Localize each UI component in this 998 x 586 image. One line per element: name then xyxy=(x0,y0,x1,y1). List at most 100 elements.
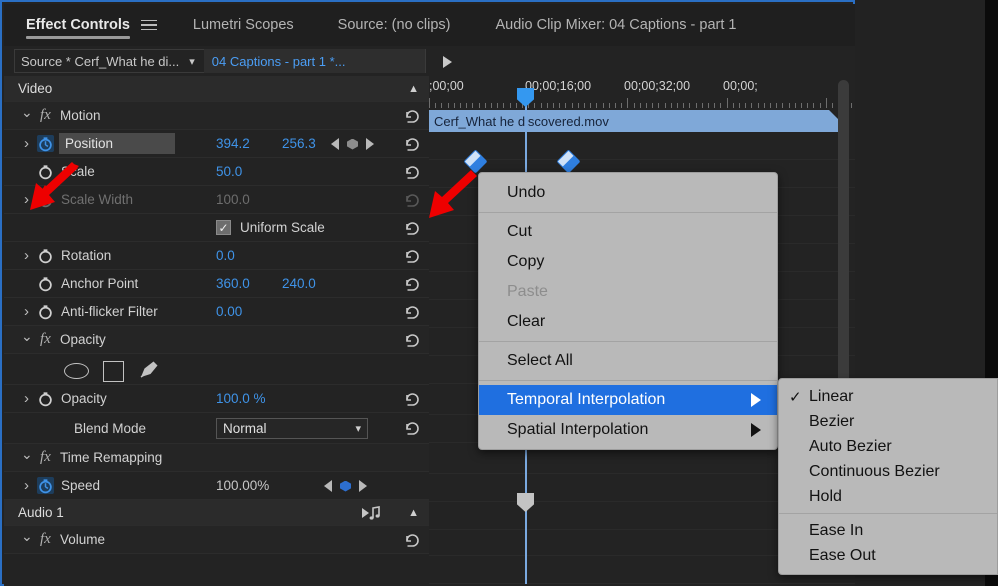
submenu-item-bezier-label: Bezier xyxy=(809,413,854,431)
submenu-item-ease-out[interactable]: Ease Out xyxy=(779,543,997,568)
chevron-down-icon[interactable]: ▾ xyxy=(189,55,195,68)
property-row-opacity[interactable]: Opacity 100.0 % xyxy=(4,385,429,413)
menu-item-clear[interactable]: Clear xyxy=(479,307,777,337)
stopwatch-icon-anchor-point[interactable] xyxy=(37,275,54,292)
opacity-value[interactable]: 100.0 % xyxy=(216,391,266,406)
play-icon[interactable] xyxy=(443,56,452,68)
menu-item-undo[interactable]: Undo xyxy=(479,178,777,208)
temporal-interpolation-submenu[interactable]: ✓ Linear Bezier Auto Bezier Continuous B… xyxy=(778,378,998,575)
anchor-point-value-y[interactable]: 240.0 xyxy=(282,276,316,291)
submenu-item-hold[interactable]: Hold xyxy=(779,484,997,509)
previous-keyframe-icon[interactable] xyxy=(331,138,339,150)
chevron-up-icon[interactable]: ▲ xyxy=(408,507,419,519)
audio-section-header[interactable]: Audio 1 ▲ xyxy=(4,500,429,526)
opacity-group-row[interactable]: fx Opacity xyxy=(4,326,429,354)
rotation-value[interactable]: 0.0 xyxy=(216,248,235,263)
previous-keyframe-icon[interactable] xyxy=(324,480,332,492)
sequence-label[interactable]: 04 Captions - part 1 *... xyxy=(204,49,425,73)
disclosure-triangle-position[interactable] xyxy=(21,135,32,152)
reset-icon[interactable] xyxy=(404,135,421,152)
scale-width-value: 100.0 xyxy=(216,192,250,207)
ruler-label-0: ;00;00 xyxy=(429,79,464,93)
disclosure-triangle-rotation[interactable] xyxy=(21,247,32,264)
disclosure-triangle-opacity[interactable] xyxy=(21,390,32,407)
disclosure-triangle-motion[interactable] xyxy=(21,107,32,124)
menu-item-copy[interactable]: Copy xyxy=(479,247,777,277)
add-keyframe-icon[interactable] xyxy=(340,481,351,492)
source-selector-box[interactable]: Source * Cerf_What he di... ▾ 04 Caption… xyxy=(14,49,426,73)
stopwatch-icon-opacity[interactable] xyxy=(37,390,54,407)
anchor-point-value-x[interactable]: 360.0 xyxy=(216,276,250,291)
hamburger-icon[interactable] xyxy=(141,20,157,31)
tab-effect-controls[interactable]: Effect Controls xyxy=(26,4,130,46)
submenu-item-linear[interactable]: ✓ Linear xyxy=(779,384,997,409)
reset-icon[interactable] xyxy=(404,107,421,124)
volume-group-row[interactable]: fx Volume xyxy=(4,526,429,554)
chevron-down-icon: ▾ xyxy=(355,422,361,435)
add-keyframe-icon[interactable] xyxy=(347,139,358,150)
timeline-ruler[interactable]: ;00;00 00;00;16;00 00;00;32;00 00;00; xyxy=(429,76,855,110)
disclosure-triangle-anti-flicker[interactable] xyxy=(21,303,32,320)
submenu-item-linear-label: Linear xyxy=(809,388,853,406)
menu-item-select-all[interactable]: Select All xyxy=(479,346,777,376)
disclosure-triangle-opacity-group[interactable] xyxy=(21,331,32,348)
timeline-row-motion[interactable] xyxy=(429,132,855,160)
tab-source[interactable]: Source: (no clips) xyxy=(338,4,451,46)
time-remapping-group-row[interactable]: fx Time Remapping xyxy=(4,444,429,472)
submenu-item-auto-bezier[interactable]: Auto Bezier xyxy=(779,434,997,459)
uniform-scale-checkbox[interactable] xyxy=(216,220,231,235)
next-keyframe-icon[interactable] xyxy=(359,480,367,492)
speed-value[interactable]: 100.00% xyxy=(216,478,269,493)
scale-value[interactable]: 50.0 xyxy=(216,164,242,179)
next-keyframe-icon[interactable] xyxy=(366,138,374,150)
property-row-uniform-scale[interactable]: Uniform Scale xyxy=(4,214,429,242)
menu-separator xyxy=(479,212,777,213)
disclosure-triangle-volume[interactable] xyxy=(21,531,32,548)
video-section-header[interactable]: Video ▲ xyxy=(4,76,429,102)
menu-item-temporal-interpolation[interactable]: Temporal Interpolation xyxy=(479,385,777,415)
reset-icon[interactable] xyxy=(404,390,421,407)
reset-icon[interactable] xyxy=(404,531,421,548)
submenu-item-bezier[interactable]: Bezier xyxy=(779,409,997,434)
reset-icon[interactable] xyxy=(404,331,421,348)
context-menu[interactable]: Undo Cut Copy Paste Clear Select All Tem… xyxy=(478,172,778,450)
disclosure-triangle-time-remapping[interactable] xyxy=(21,449,32,466)
ruler-label-1: 00;00;16;00 xyxy=(525,79,591,93)
menu-item-spatial-interpolation[interactable]: Spatial Interpolation xyxy=(479,415,777,445)
audio-preview-icon[interactable] xyxy=(361,505,383,524)
blend-mode-select[interactable]: Normal ▾ xyxy=(216,418,368,439)
stopwatch-icon-position[interactable] xyxy=(37,135,54,152)
pen-mask-icon[interactable] xyxy=(138,359,161,383)
submenu-item-continuous-bezier[interactable]: Continuous Bezier xyxy=(779,459,997,484)
rectangle-mask-icon[interactable] xyxy=(103,361,124,382)
position-value-x[interactable]: 394.2 xyxy=(216,136,250,151)
stopwatch-icon-speed[interactable] xyxy=(37,477,54,494)
chevron-up-icon[interactable]: ▲ xyxy=(408,83,419,95)
property-row-blend-mode[interactable]: Blend Mode Normal ▾ xyxy=(4,413,429,444)
clip-bar[interactable]: Cerf_What he discovered.mov xyxy=(429,110,838,132)
stopwatch-icon-anti-flicker[interactable] xyxy=(37,303,54,320)
reset-icon[interactable] xyxy=(404,247,421,264)
speed-label: Speed xyxy=(61,478,100,493)
property-row-speed[interactable]: Speed 100.00% xyxy=(4,472,429,500)
reset-icon[interactable] xyxy=(404,420,421,437)
property-row-rotation[interactable]: Rotation 0.0 xyxy=(4,242,429,270)
reset-icon[interactable] xyxy=(404,219,421,236)
property-row-position[interactable]: Position 394.2 256.3 xyxy=(4,130,429,158)
tab-lumetri-scopes[interactable]: Lumetri Scopes xyxy=(193,4,294,46)
submenu-item-ease-in[interactable]: Ease In xyxy=(779,518,997,543)
ellipse-mask-icon[interactable] xyxy=(64,363,89,379)
stopwatch-icon-rotation[interactable] xyxy=(37,247,54,264)
anti-flicker-label: Anti-flicker Filter xyxy=(61,304,158,319)
position-value-y[interactable]: 256.3 xyxy=(282,136,316,151)
reset-icon[interactable] xyxy=(404,275,421,292)
tab-audio-clip-mixer[interactable]: Audio Clip Mixer: 04 Captions - part 1 xyxy=(496,4,737,46)
reset-icon[interactable] xyxy=(404,303,421,320)
anti-flicker-value[interactable]: 0.00 xyxy=(216,304,242,319)
property-row-anti-flicker-filter[interactable]: Anti-flicker Filter 0.00 xyxy=(4,298,429,326)
reset-icon[interactable] xyxy=(404,163,421,180)
motion-group-row[interactable]: fx Motion xyxy=(4,102,429,130)
disclosure-triangle-speed[interactable] xyxy=(21,477,32,494)
property-row-anchor-point[interactable]: Anchor Point 360.0 240.0 xyxy=(4,270,429,298)
menu-item-cut[interactable]: Cut xyxy=(479,217,777,247)
